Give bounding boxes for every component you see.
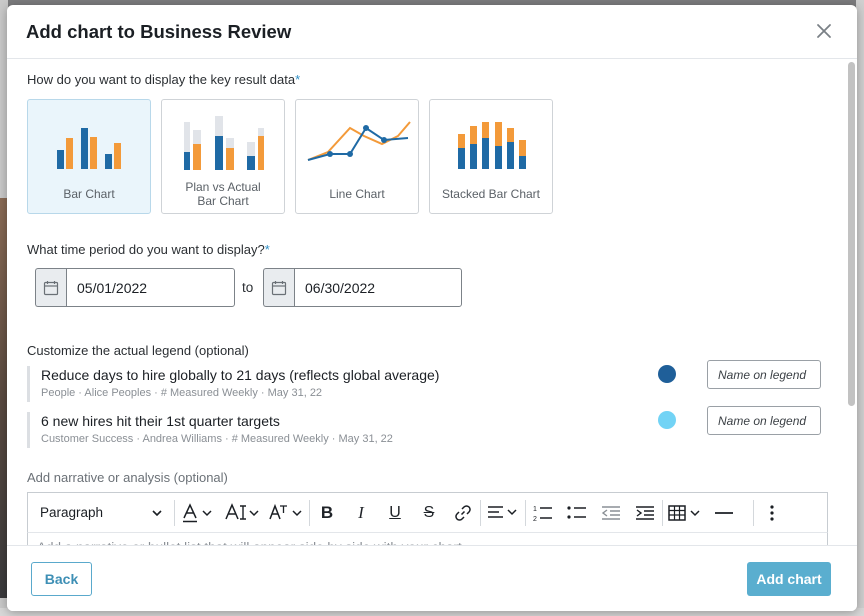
svg-text:2: 2 bbox=[533, 516, 537, 522]
paragraph-style-dropdown[interactable]: Paragraph bbox=[28, 493, 174, 533]
horizontal-rule-button[interactable] bbox=[707, 493, 741, 533]
more-vertical-icon bbox=[770, 504, 774, 521]
chart-option-bar[interactable]: Bar Chart bbox=[27, 99, 151, 214]
start-date-input[interactable] bbox=[66, 268, 235, 307]
indent-icon bbox=[636, 505, 654, 520]
link-icon bbox=[455, 504, 471, 521]
bullet-list-button[interactable] bbox=[560, 493, 594, 533]
bold-button[interactable]: B bbox=[310, 493, 344, 533]
italic-button[interactable]: I bbox=[344, 493, 378, 533]
narrative-heading: Add narrative or analysis (optional) bbox=[27, 470, 228, 485]
chart-option-line[interactable]: Line Chart bbox=[295, 99, 419, 214]
outdent-button[interactable] bbox=[594, 493, 628, 533]
background-page-right bbox=[856, 0, 864, 616]
stacked-bar-chart-icon bbox=[458, 122, 526, 169]
table-button[interactable] bbox=[663, 493, 707, 533]
chart-option-label: Plan vs Actual Bar Chart bbox=[185, 180, 261, 208]
chart-option-label: Stacked Bar Chart bbox=[441, 187, 541, 201]
modal-title: Add chart to Business Review bbox=[26, 20, 292, 42]
end-date-picker bbox=[263, 268, 462, 307]
close-icon[interactable] bbox=[815, 22, 833, 40]
scrollbar[interactable] bbox=[848, 62, 855, 406]
chart-option-stacked-bar[interactable]: Stacked Bar Chart bbox=[429, 99, 553, 214]
outdent-icon bbox=[601, 505, 620, 520]
legend-name-input[interactable] bbox=[707, 360, 821, 389]
chart-option-label: Bar Chart bbox=[63, 187, 115, 201]
modal-header: Add chart to Business Review bbox=[7, 5, 857, 59]
narrative-editor[interactable]: Add a narrative or bullet list that will… bbox=[27, 532, 828, 546]
back-button[interactable]: Back bbox=[31, 562, 92, 596]
modal-body: How do you want to display the key resul… bbox=[7, 60, 857, 546]
underline-icon: U bbox=[389, 503, 401, 521]
font-size-button[interactable] bbox=[221, 493, 265, 533]
indent-button[interactable] bbox=[628, 493, 662, 533]
underline-button[interactable]: U bbox=[378, 493, 412, 533]
font-color-button[interactable] bbox=[175, 493, 221, 533]
chevron-down-icon bbox=[152, 509, 162, 516]
legend-color-dot[interactable] bbox=[658, 365, 676, 383]
font-size-icon bbox=[225, 502, 259, 520]
plan-vs-actual-chart-icon bbox=[184, 116, 264, 170]
strikethrough-button[interactable]: S bbox=[412, 493, 446, 533]
font-color-icon bbox=[183, 502, 212, 522]
link-button[interactable] bbox=[446, 493, 480, 533]
modal-footer: Back Add chart bbox=[7, 545, 857, 611]
chart-type-question: How do you want to display the key resul… bbox=[27, 72, 301, 87]
text-style-button[interactable] bbox=[265, 493, 309, 533]
align-left-icon bbox=[488, 505, 517, 518]
numbered-list-icon: 1 2 bbox=[533, 506, 552, 522]
end-date-input[interactable] bbox=[294, 268, 462, 307]
legend-color-dot[interactable] bbox=[658, 411, 676, 429]
add-chart-button[interactable]: Add chart bbox=[747, 562, 831, 596]
editor-toolbar: Paragraph B I U S 1 2 bbox=[27, 492, 828, 532]
line-chart-icon bbox=[307, 121, 411, 161]
svg-text:1: 1 bbox=[533, 506, 537, 513]
bar-chart-icon bbox=[57, 128, 121, 169]
bold-icon: B bbox=[320, 502, 334, 522]
add-chart-modal: Add chart to Business Review How do you … bbox=[7, 5, 857, 611]
legend-heading: Customize the actual legend (optional) bbox=[27, 343, 249, 358]
chart-option-plan-vs-actual[interactable]: Plan vs Actual Bar Chart bbox=[161, 99, 285, 214]
horizontal-rule-icon bbox=[715, 511, 733, 514]
calendar-icon[interactable] bbox=[35, 268, 66, 307]
time-period-question: What time period do you want to display?… bbox=[27, 242, 270, 257]
align-button[interactable] bbox=[481, 493, 525, 533]
more-options-button[interactable] bbox=[754, 493, 790, 533]
bullet-list-icon bbox=[567, 505, 586, 519]
date-range-separator: to bbox=[242, 280, 254, 295]
chart-option-label: Line Chart bbox=[329, 187, 385, 201]
table-icon bbox=[668, 504, 700, 521]
strikethrough-icon: S bbox=[423, 503, 435, 521]
legend-name-input[interactable] bbox=[707, 406, 821, 435]
text-style-icon bbox=[269, 503, 302, 519]
italic-icon: I bbox=[358, 502, 364, 522]
start-date-picker bbox=[35, 268, 235, 307]
calendar-icon[interactable] bbox=[263, 268, 294, 307]
numbered-list-button[interactable]: 1 2 bbox=[526, 493, 560, 533]
